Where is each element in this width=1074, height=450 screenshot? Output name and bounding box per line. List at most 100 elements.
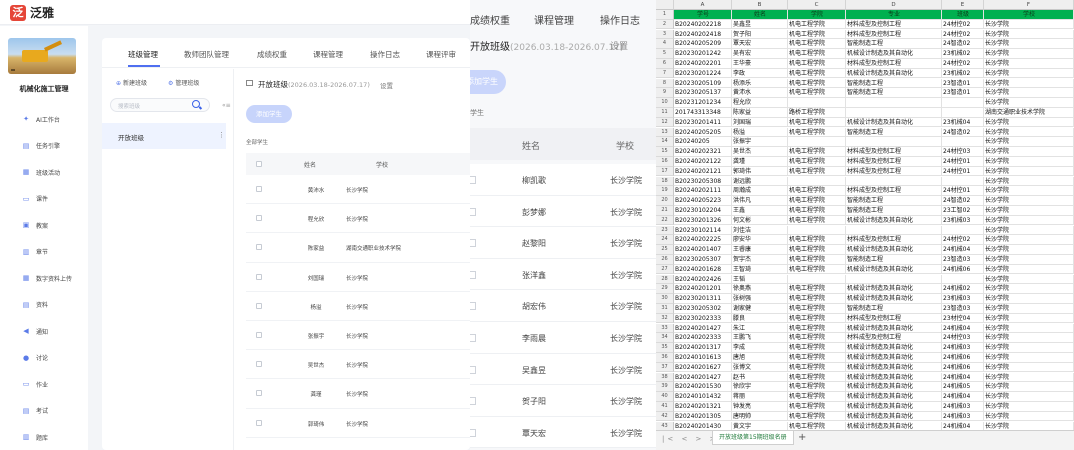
sheet-cell[interactable]: 机电工程学院 bbox=[788, 353, 846, 363]
sheet-cell[interactable] bbox=[942, 98, 984, 108]
row-header[interactable]: 12 bbox=[656, 117, 674, 128]
sheet-cell[interactable] bbox=[846, 108, 942, 118]
sheet-cell[interactable]: 机电工程学院 bbox=[788, 323, 846, 334]
sheet-cell[interactable]: 长沙学院 bbox=[984, 294, 1074, 304]
sheet-cell[interactable]: B20240202201 bbox=[674, 59, 732, 69]
sidebar-item[interactable]: ◀ 通知 bbox=[0, 318, 88, 345]
sheet-cell[interactable]: 长沙学院 bbox=[984, 29, 1074, 40]
sheet-cell[interactable]: B20230102204 bbox=[674, 206, 732, 216]
row-header[interactable]: 21 bbox=[656, 206, 674, 216]
row-checkbox[interactable] bbox=[470, 239, 476, 248]
sheet-cell[interactable] bbox=[846, 98, 942, 108]
sheet-cell[interactable]: 机电工程学院 bbox=[788, 157, 846, 167]
sheet-cell[interactable]: 24材控02 bbox=[942, 235, 984, 245]
row-header[interactable]: 35 bbox=[656, 343, 674, 353]
sheet-cell[interactable]: 24材控02 bbox=[942, 29, 984, 40]
sheet-cell[interactable] bbox=[942, 108, 984, 118]
sheet-cell[interactable]: 机电工程学院 bbox=[788, 235, 846, 245]
row-header[interactable]: 30 bbox=[656, 294, 674, 304]
sheet-cell[interactable]: 杨溢 bbox=[732, 127, 788, 138]
sheet-cell[interactable]: 贺子阳 bbox=[732, 29, 788, 40]
sheet-cell[interactable]: 24机械02 bbox=[942, 284, 984, 294]
sheet-header-cell[interactable]: 姓名 bbox=[732, 10, 788, 20]
row-header[interactable]: 4 bbox=[656, 39, 674, 49]
tab-grade-weight[interactable]: 成绩权重 bbox=[470, 12, 510, 27]
sheet-cell[interactable]: 王鹏飞 bbox=[732, 333, 788, 343]
sheet-cell[interactable]: 智能制造工程 bbox=[846, 206, 942, 216]
sheet-cell[interactable]: 李成 bbox=[732, 343, 788, 353]
sheet-cell[interactable]: 机电工程学院 bbox=[788, 166, 846, 177]
sheet-cell[interactable]: 郭琦伟 bbox=[732, 166, 788, 177]
sheet-cell[interactable]: 材料成型及控制工程 bbox=[846, 147, 942, 157]
row-header[interactable]: 42 bbox=[656, 411, 674, 422]
tab-class-management[interactable]: 班级管理 bbox=[128, 49, 158, 60]
sheet-corner[interactable] bbox=[656, 0, 674, 10]
sheet-header-cell[interactable]: 班级 bbox=[942, 10, 984, 20]
sheet-cell[interactable]: 黄沛水 bbox=[732, 88, 788, 98]
sheet-cell[interactable]: 材料成型及控制工程 bbox=[846, 166, 942, 177]
sheet-cell[interactable]: B20230201411 bbox=[674, 117, 732, 128]
row-header[interactable]: 25 bbox=[656, 245, 674, 255]
sheet-cell[interactable]: 长沙学院 bbox=[984, 19, 1074, 30]
sheet-cell[interactable]: 王智琦 bbox=[732, 264, 788, 275]
sheet-cell[interactable]: 长沙学院 bbox=[984, 176, 1074, 187]
sheet-cell[interactable]: 机电工程学院 bbox=[788, 29, 846, 40]
row-header[interactable]: 27 bbox=[656, 264, 674, 275]
sheet-cell[interactable]: 机电工程学院 bbox=[788, 402, 846, 412]
sheet-cell[interactable]: 机电工程学院 bbox=[788, 147, 846, 157]
row-header[interactable]: 24 bbox=[656, 235, 674, 245]
sheet-cell[interactable]: 廖安华 bbox=[732, 235, 788, 245]
sheet-cell[interactable]: B20240201407 bbox=[674, 245, 732, 255]
sheet-cell[interactable]: 朱江 bbox=[732, 323, 788, 334]
sheet-cell[interactable]: B20240201530 bbox=[674, 382, 732, 392]
collapse-icon[interactable]: «≡ bbox=[222, 102, 231, 109]
sheet-cell[interactable]: 李政 bbox=[732, 68, 788, 79]
table-row[interactable]: 张振宇 长沙学院 bbox=[246, 321, 470, 351]
sheet-cell[interactable]: 长沙学院 bbox=[984, 274, 1074, 285]
row-header[interactable]: 2 bbox=[656, 19, 674, 30]
sheet-cell[interactable]: B20240201317 bbox=[674, 343, 732, 353]
sheet-cell[interactable]: 滕良 bbox=[732, 313, 788, 324]
table-row[interactable]: 贺子阳 长沙学院 bbox=[470, 385, 656, 417]
sheet-cell[interactable] bbox=[788, 274, 846, 285]
row-header[interactable]: 9 bbox=[656, 88, 674, 98]
sidebar-item[interactable]: ▭ 课件 bbox=[0, 186, 88, 213]
sheet-cell[interactable]: B20230201311 bbox=[674, 294, 732, 304]
sheet-cell[interactable]: 长沙学院 bbox=[984, 225, 1074, 236]
row-header[interactable]: 11 bbox=[656, 108, 674, 118]
sheet-cell[interactable]: 长沙学院 bbox=[984, 235, 1074, 245]
row-header[interactable]: 22 bbox=[656, 215, 674, 226]
sheet-cell[interactable]: 长沙学院 bbox=[984, 78, 1074, 89]
sheet-cell[interactable]: 吴有宏 bbox=[732, 49, 788, 59]
sheet-cell[interactable]: 材料成型及控制工程 bbox=[846, 157, 942, 167]
sheet-cell[interactable]: 洪伟凡 bbox=[732, 196, 788, 206]
sheet-cell[interactable]: 杨添乐 bbox=[732, 78, 788, 89]
sheet-cell[interactable]: 24机械03 bbox=[942, 411, 984, 422]
row-header[interactable]: 37 bbox=[656, 362, 674, 373]
row-header[interactable]: 29 bbox=[656, 284, 674, 294]
sheet-cell[interactable] bbox=[788, 98, 846, 108]
sheet-cell[interactable]: 23智造01 bbox=[942, 88, 984, 98]
row-header[interactable]: 36 bbox=[656, 353, 674, 363]
sheet-cell[interactable]: 23材控04 bbox=[942, 313, 984, 324]
sheet-cell[interactable]: 机电工程学院 bbox=[788, 362, 846, 373]
sheet-cell[interactable]: 机电工程学院 bbox=[788, 39, 846, 49]
sheet-cell[interactable]: B20230201224 bbox=[674, 68, 732, 79]
sheet-cell[interactable]: 机电工程学院 bbox=[788, 127, 846, 138]
row-header[interactable]: 31 bbox=[656, 304, 674, 314]
table-row[interactable]: 吴鑫昱 长沙学院 bbox=[470, 353, 656, 386]
sheet-cell[interactable]: B20240201321 bbox=[674, 402, 732, 412]
table-row[interactable]: 黄沛水 长沙学院 bbox=[246, 175, 470, 205]
sheet-cell[interactable]: 何文彬 bbox=[732, 215, 788, 226]
sheet-cell[interactable]: 程允欣 bbox=[732, 98, 788, 108]
table-row[interactable]: 李雨晨 长沙学院 bbox=[470, 322, 656, 354]
sheet-cell[interactable]: 长沙学院 bbox=[984, 206, 1074, 216]
sheet-cell[interactable]: 机械设计制造及其自动化 bbox=[846, 343, 942, 353]
sheet-cell[interactable]: 23机械03 bbox=[942, 294, 984, 304]
sheet-cell[interactable]: 张树强 bbox=[732, 294, 788, 304]
sheet-cell[interactable]: 24材控03 bbox=[942, 147, 984, 157]
sheet-cell[interactable]: 智能制造工程 bbox=[846, 39, 942, 49]
sheet-cell[interactable]: B20240202426 bbox=[674, 274, 732, 285]
row-checkbox[interactable] bbox=[256, 419, 262, 426]
row-header[interactable]: 38 bbox=[656, 372, 674, 383]
